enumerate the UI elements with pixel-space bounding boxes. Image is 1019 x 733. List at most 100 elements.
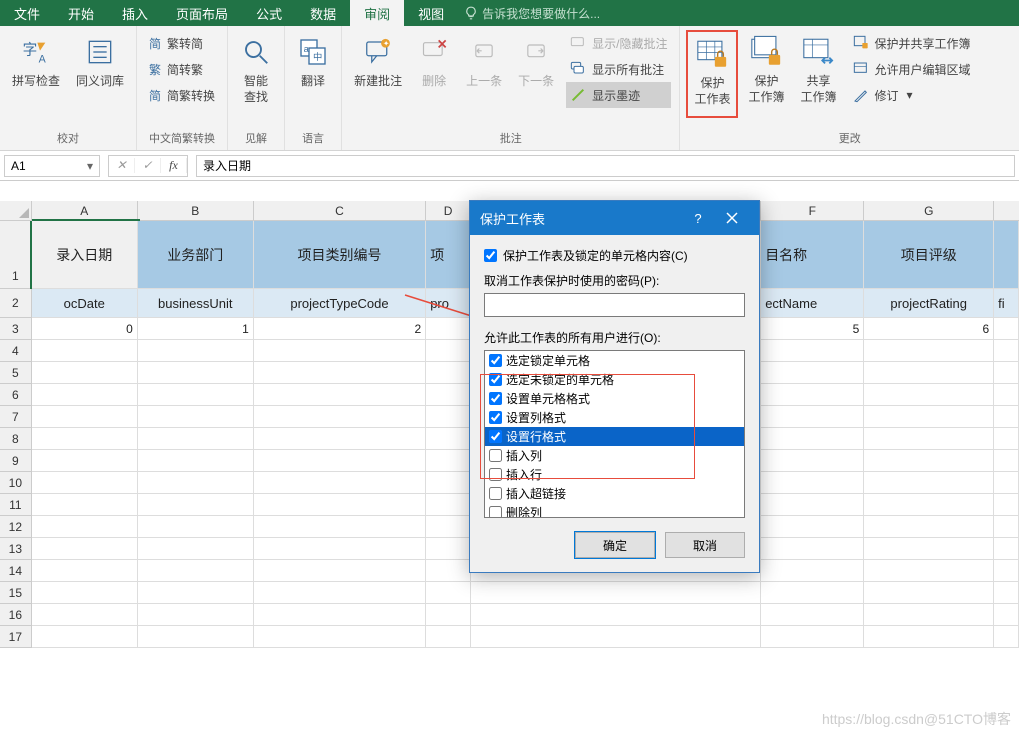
cell[interactable] — [426, 450, 471, 472]
cell[interactable] — [994, 406, 1019, 428]
permission-checkbox[interactable] — [489, 430, 502, 443]
cell[interactable]: ectName — [761, 289, 864, 318]
col-header[interactable]: F — [761, 201, 864, 221]
cell[interactable] — [32, 406, 138, 428]
cell[interactable] — [138, 362, 254, 384]
cell[interactable] — [864, 494, 994, 516]
cell[interactable] — [254, 406, 426, 428]
cell[interactable] — [864, 384, 994, 406]
cell[interactable] — [994, 472, 1019, 494]
cell[interactable] — [761, 626, 864, 648]
cell[interactable] — [864, 362, 994, 384]
cell[interactable] — [761, 406, 864, 428]
cell[interactable]: projectTypeCode — [254, 289, 426, 318]
cell[interactable] — [426, 494, 471, 516]
permission-checkbox[interactable] — [489, 449, 502, 462]
cell[interactable] — [138, 494, 254, 516]
col-header[interactable]: C — [254, 201, 426, 221]
cell[interactable] — [864, 538, 994, 560]
prev-comment-button[interactable]: 上一条 — [460, 30, 508, 118]
cell[interactable] — [426, 516, 471, 538]
show-all-comments[interactable]: 显示所有批注 — [566, 56, 671, 82]
tab-formulas[interactable]: 公式 — [242, 0, 296, 26]
row-header[interactable]: 5 — [0, 362, 32, 384]
cell[interactable] — [864, 406, 994, 428]
permission-checkbox[interactable] — [489, 373, 502, 386]
cell[interactable] — [761, 384, 864, 406]
permission-item[interactable]: 选定未锁定的单元格 — [485, 370, 744, 389]
tab-home[interactable]: 开始 — [54, 0, 108, 26]
share-workbook-button[interactable]: 共享工作簿 — [794, 30, 842, 118]
cell[interactable] — [426, 472, 471, 494]
cell[interactable] — [994, 560, 1019, 582]
cell[interactable] — [254, 472, 426, 494]
permission-checkbox[interactable] — [489, 506, 502, 518]
cell[interactable] — [32, 340, 138, 362]
cell[interactable] — [994, 318, 1019, 340]
cell[interactable] — [426, 384, 471, 406]
cell[interactable] — [761, 516, 864, 538]
row-header[interactable]: 4 — [0, 340, 32, 362]
cell[interactable] — [32, 516, 138, 538]
cell[interactable] — [254, 384, 426, 406]
cell[interactable] — [138, 450, 254, 472]
cell[interactable] — [471, 626, 761, 648]
cell[interactable] — [994, 626, 1019, 648]
name-box[interactable]: A1▾ — [4, 155, 100, 177]
cell[interactable] — [138, 538, 254, 560]
permission-item[interactable]: 设置列格式 — [485, 408, 744, 427]
cell[interactable] — [761, 428, 864, 450]
ok-button[interactable]: 确定 — [575, 532, 655, 558]
cell[interactable] — [864, 340, 994, 362]
cell[interactable] — [994, 340, 1019, 362]
fx-button[interactable]: fx — [161, 158, 187, 173]
show-hide-comment[interactable]: 显示/隐藏批注 — [566, 30, 671, 56]
cell[interactable] — [761, 560, 864, 582]
cell[interactable] — [32, 494, 138, 516]
cancel-fx-button[interactable]: ✕ — [109, 158, 135, 173]
cell[interactable] — [138, 582, 254, 604]
cell[interactable] — [471, 604, 761, 626]
cell[interactable] — [254, 450, 426, 472]
password-input[interactable] — [484, 293, 745, 317]
row-header[interactable]: 3 — [0, 318, 32, 340]
protect-content-checkbox[interactable] — [484, 249, 497, 262]
permission-checkbox[interactable] — [489, 487, 502, 500]
translate-button[interactable]: a中 翻译 — [291, 30, 335, 118]
cell[interactable] — [254, 362, 426, 384]
row-header[interactable]: 16 — [0, 604, 32, 626]
cell[interactable]: 6 — [864, 318, 994, 340]
cell[interactable]: ocDate — [32, 289, 138, 318]
spellcheck-button[interactable]: 字A 拼写检查 — [6, 30, 66, 118]
select-all-button[interactable] — [0, 201, 32, 221]
cell[interactable] — [761, 494, 864, 516]
cell[interactable] — [138, 626, 254, 648]
cell[interactable] — [471, 582, 761, 604]
cell[interactable] — [426, 406, 471, 428]
col-header[interactable] — [994, 201, 1019, 221]
tell-me[interactable]: 告诉我您想要做什么... — [464, 5, 600, 22]
convert-both[interactable]: 简简繁转换 — [145, 82, 219, 108]
enter-fx-button[interactable]: ✓ — [135, 158, 161, 173]
cell[interactable]: projectRating — [864, 289, 994, 318]
row-header[interactable]: 11 — [0, 494, 32, 516]
permission-item[interactable]: 设置单元格格式 — [485, 389, 744, 408]
cell[interactable] — [864, 450, 994, 472]
cell[interactable] — [864, 582, 994, 604]
cell[interactable] — [254, 516, 426, 538]
cell[interactable] — [994, 582, 1019, 604]
cell[interactable] — [254, 560, 426, 582]
cell[interactable]: pro — [426, 289, 471, 318]
cell[interactable] — [32, 538, 138, 560]
cell[interactable] — [994, 494, 1019, 516]
simp-to-trad[interactable]: 繁简转繁 — [145, 56, 219, 82]
cell[interactable] — [138, 340, 254, 362]
protect-workbook-button[interactable]: 保护工作簿 — [742, 30, 790, 118]
cell[interactable] — [32, 428, 138, 450]
allow-edit-ranges[interactable]: 允许用户编辑区域 — [849, 56, 975, 82]
permission-checkbox[interactable] — [489, 468, 502, 481]
tab-view[interactable]: 视图 — [404, 0, 458, 26]
dialog-titlebar[interactable]: 保护工作表 ? — [470, 201, 759, 235]
cell[interactable] — [864, 516, 994, 538]
cell[interactable]: 项 — [426, 221, 471, 289]
